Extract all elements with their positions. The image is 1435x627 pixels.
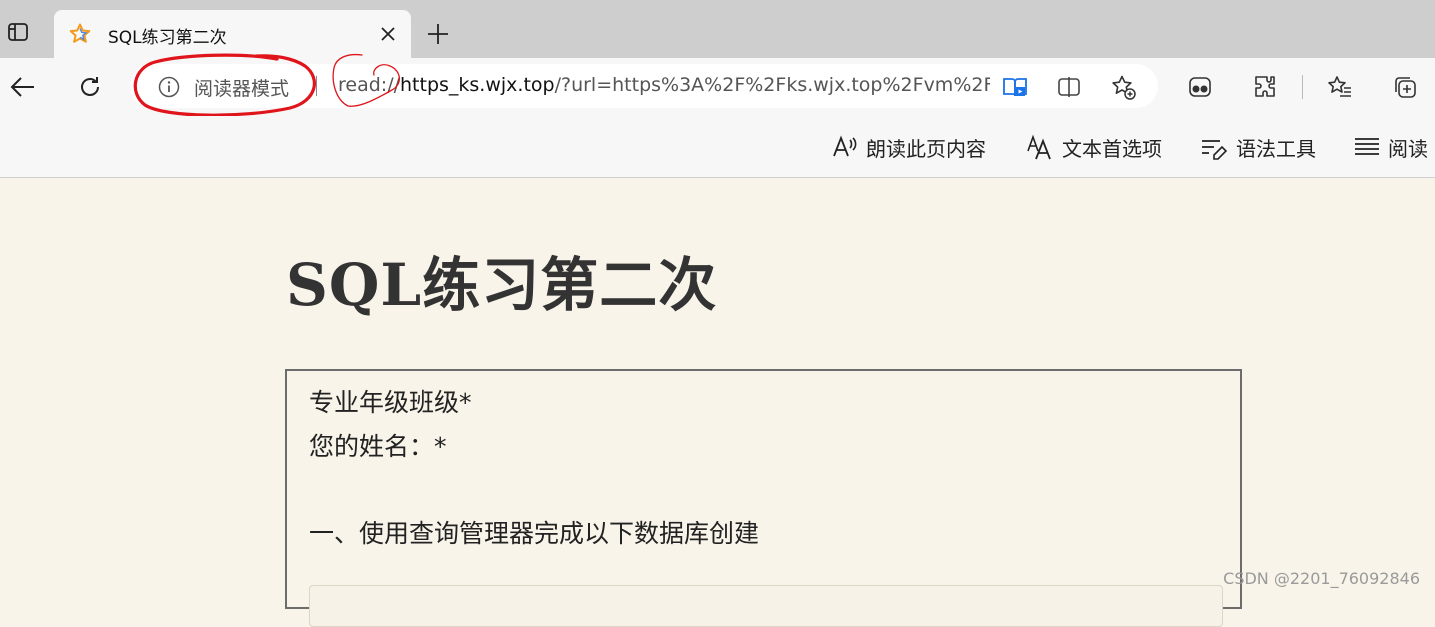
split-screen-icon[interactable]: [1056, 74, 1082, 100]
grammar-tools-button[interactable]: 语法工具: [1200, 132, 1316, 162]
reader-content: SQL练习第二次 专业年级班级* 您的姓名：* 一、使用查询管理器完成以下数据库…: [0, 178, 1435, 627]
grammar-tools-icon: [1202, 140, 1228, 160]
url-path: /?url=https%3A%2F%2Fks.wjx.top%2Fvm%2Ft.…: [554, 74, 990, 96]
active-tab[interactable]: SQL练习第二次: [54, 10, 411, 58]
navigation-bar: 阅读器模式 read://https_ks.wjx.top/?url=https…: [0, 58, 1435, 116]
tab-title: SQL练习第二次: [108, 28, 227, 48]
refresh-icon[interactable]: [73, 70, 107, 104]
read-aloud-button[interactable]: 朗读此页内容: [832, 132, 986, 162]
question-box: [309, 585, 1223, 627]
text-preferences-label: 文本首选项: [1062, 136, 1162, 161]
reader-mode-label[interactable]: 阅读器模式: [194, 74, 289, 101]
immersive-reader-icon[interactable]: [1002, 74, 1028, 100]
url-text[interactable]: read://https_ks.wjx.top/?url=https%3A%2F…: [338, 74, 990, 96]
favorites-icon[interactable]: [1325, 72, 1355, 102]
workspaces-icon[interactable]: [1185, 72, 1215, 102]
close-icon[interactable]: [378, 24, 398, 44]
star-favicon-icon: [68, 22, 92, 46]
watermark: CSDN @2201_76092846: [1223, 569, 1420, 588]
collections-icon[interactable]: [1390, 72, 1420, 102]
back-arrow-icon[interactable]: [6, 70, 40, 104]
read-aloud-icon: [833, 135, 857, 157]
plus-icon[interactable]: [424, 20, 452, 48]
add-favorite-icon[interactable]: [1110, 74, 1136, 100]
name-field-label: 您的姓名：*: [309, 432, 447, 461]
article-title: SQL练习第二次: [286, 251, 718, 319]
extensions-icon[interactable]: [1251, 72, 1281, 102]
immersive-reader-toolbar: 朗读此页内容 文本首选项 语法工具 阅读: [0, 116, 1435, 178]
article-frame: 专业年级班级* 您的姓名：* 一、使用查询管理器完成以下数据库创建: [285, 369, 1242, 627]
url-host: https_ks.wjx.top: [400, 74, 555, 96]
reading-preferences-icon: [1355, 138, 1379, 155]
url-scheme: read://: [338, 74, 400, 96]
section-heading: 一、使用查询管理器完成以下数据库创建: [309, 519, 760, 548]
info-icon[interactable]: [158, 76, 180, 98]
reading-preferences-button[interactable]: 阅读: [1354, 132, 1428, 162]
address-bar[interactable]: 阅读器模式 read://https_ks.wjx.top/?url=https…: [130, 64, 1158, 108]
read-aloud-label: 朗读此页内容: [866, 136, 986, 161]
tab-strip: SQL练习第二次: [0, 0, 1435, 58]
address-divider: [316, 76, 317, 96]
class-field-label: 专业年级班级*: [309, 388, 472, 417]
toolbar-divider: [1302, 75, 1303, 99]
grammar-tools-label: 语法工具: [1236, 136, 1316, 161]
text-preferences-icon: [1027, 134, 1051, 160]
text-preferences-button[interactable]: 文本首选项: [1026, 132, 1162, 162]
reading-preferences-label: 阅读: [1388, 136, 1428, 161]
tab-actions-icon[interactable]: [6, 20, 30, 44]
